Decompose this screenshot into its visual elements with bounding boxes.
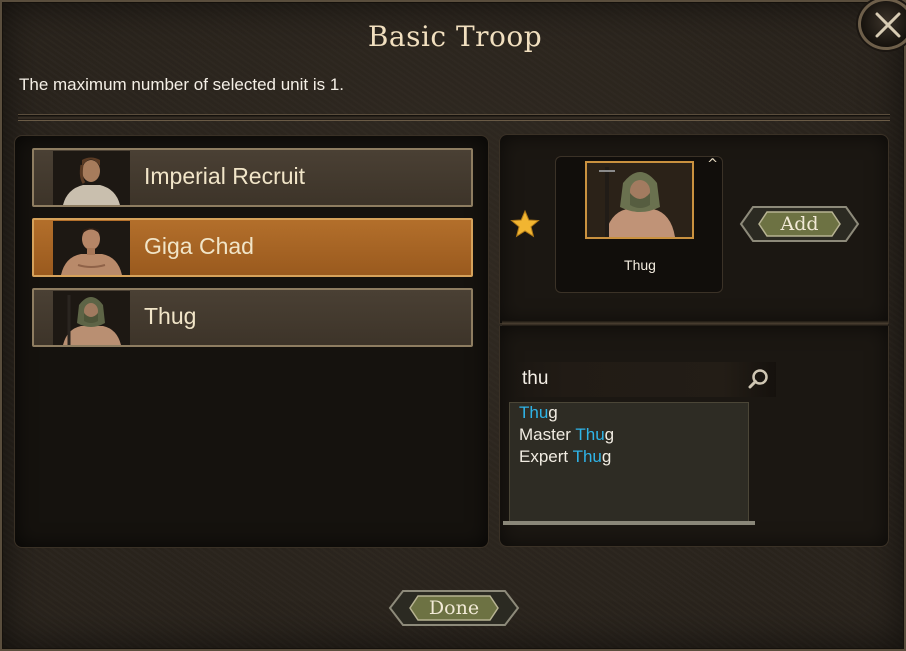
search-value: thu	[522, 368, 549, 389]
thug-portrait	[53, 291, 130, 345]
basic-troop-dialog: Basic Troop The maximum number of select…	[0, 0, 906, 651]
giga-chad-portrait	[53, 221, 130, 275]
done-button-label: Done	[428, 597, 480, 619]
troop-row-imperial-recruit[interactable]: Imperial Recruit	[32, 148, 473, 207]
done-button[interactable]: Done	[388, 587, 520, 629]
troop-name: Imperial Recruit	[144, 163, 306, 189]
search-result-item[interactable]: Master Thug	[519, 425, 614, 445]
star-icon[interactable]	[510, 209, 540, 239]
thug-card-portrait	[585, 161, 694, 239]
troop-name: Thug	[144, 303, 197, 329]
troop-row-giga-chad[interactable]: Giga Chad	[32, 218, 473, 277]
header-divider	[18, 114, 890, 121]
search-input[interactable]: thu	[512, 362, 776, 397]
caret-up-icon[interactable]: ^	[707, 157, 718, 172]
imperial-recruit-portrait	[53, 151, 130, 205]
dialog-title: Basic Troop	[367, 20, 543, 53]
selected-troop-name: Thug	[624, 257, 656, 273]
search-icon[interactable]	[747, 367, 771, 391]
dialog-subtitle: The maximum number of selected unit is 1…	[19, 75, 345, 94]
search-results-list: Thug Master Thug Expert Thug	[509, 402, 749, 524]
troop-list-panel: Imperial Recruit Giga Chad Thug	[14, 135, 489, 548]
search-result-item[interactable]: Expert Thug	[519, 447, 611, 467]
selected-troop-card[interactable]: ^ Thug	[555, 156, 723, 293]
troop-row-thug[interactable]: Thug	[32, 288, 473, 347]
results-scrollbar[interactable]	[503, 521, 755, 525]
add-button-label: Add	[780, 213, 819, 235]
search-result-item[interactable]: Thug	[519, 403, 558, 423]
add-button[interactable]: Add	[739, 203, 860, 245]
troop-name: Giga Chad	[144, 233, 254, 259]
close-icon	[875, 12, 901, 38]
